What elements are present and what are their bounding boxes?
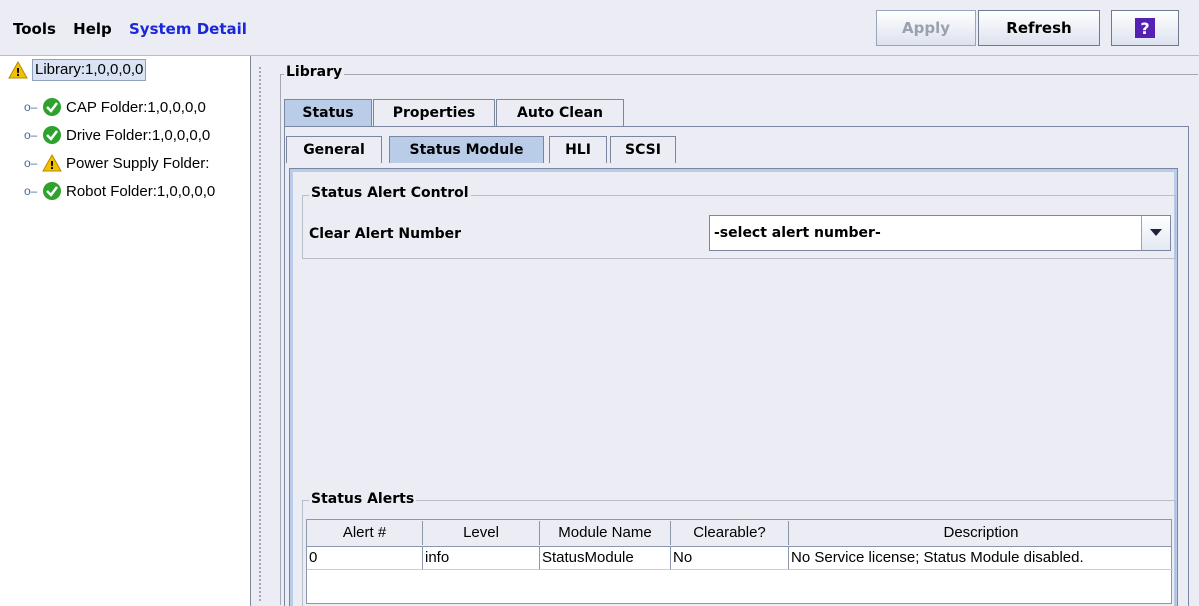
splitter[interactable]	[251, 56, 272, 606]
tree-handle-icon[interactable]: o–	[24, 156, 38, 170]
menu-system-detail[interactable]: System Detail	[129, 20, 247, 38]
table-cell-clearable[interactable]: No	[671, 546, 789, 570]
svg-text:!: !	[49, 159, 54, 172]
warning-icon: !	[42, 153, 62, 173]
column-header-module-name[interactable]: Module Name	[540, 521, 671, 545]
table-cell-description[interactable]: No Service license; Status Module disabl…	[789, 546, 1173, 570]
table-cell-alert-number[interactable]: 0	[307, 546, 423, 570]
tree-node-label: Drive Folder:1,0,0,0,0	[66, 126, 211, 144]
tree-node-cap-folder[interactable]: o– CAP Folder:1,0,0,0,0	[24, 96, 206, 118]
menu-tools[interactable]: Tools	[13, 20, 56, 38]
status-alerts-title: Status Alerts	[309, 491, 417, 507]
tree-node-label: Power Supply Folder:	[66, 154, 210, 172]
ok-check-icon	[42, 181, 62, 201]
library-group-title: Library	[284, 64, 345, 80]
alert-number-select-value: -select alert number-	[714, 225, 881, 241]
tree-node-label: Library:1,0,0,0,0	[32, 59, 147, 81]
tree-handle-icon[interactable]: o–	[24, 100, 38, 114]
ok-check-icon	[42, 125, 62, 145]
clear-alert-number-label: Clear Alert Number	[309, 226, 462, 242]
top-bar: Tools Help System Detail Apply Refresh ?	[0, 0, 1199, 56]
tree-node-label: Robot Folder:1,0,0,0,0	[66, 182, 216, 200]
table-cell-module-name[interactable]: StatusModule	[540, 546, 671, 570]
apply-button[interactable]: Apply	[876, 10, 976, 46]
table-cell-level[interactable]: info	[423, 546, 540, 570]
warning-icon: !	[8, 60, 28, 80]
tab-hli[interactable]: HLI	[549, 136, 607, 163]
tab-status-module[interactable]: Status Module	[389, 136, 544, 163]
splitter-grip[interactable]	[258, 66, 262, 602]
help-question-icon: ?	[1135, 18, 1155, 38]
toolbar: Apply Refresh ?	[272, 0, 1199, 56]
tab-auto-clean[interactable]: Auto Clean	[496, 99, 624, 126]
refresh-button[interactable]: Refresh	[978, 10, 1100, 46]
menu-help[interactable]: Help	[73, 20, 112, 38]
alert-number-select[interactable]: -select alert number-	[709, 215, 1171, 251]
column-header-description[interactable]: Description	[789, 521, 1173, 545]
tab-general[interactable]: General	[286, 136, 382, 163]
tree-node-label: CAP Folder:1,0,0,0,0	[66, 98, 206, 116]
tab-properties[interactable]: Properties	[373, 99, 495, 126]
status-alert-control-title: Status Alert Control	[309, 185, 471, 201]
tab-status[interactable]: Status	[284, 99, 372, 126]
column-header-alert-number[interactable]: Alert #	[307, 521, 423, 545]
tree-handle-icon[interactable]: o–	[24, 184, 38, 198]
svg-text:!: !	[15, 66, 20, 79]
column-header-clearable[interactable]: Clearable?	[671, 521, 789, 545]
chevron-down-icon[interactable]	[1141, 216, 1170, 250]
help-button[interactable]: ?	[1111, 10, 1179, 46]
menu-bar: Tools Help System Detail	[0, 0, 272, 56]
tab-scsi[interactable]: SCSI	[610, 136, 676, 163]
status-alerts-table: Alert # Level Module Name Clearable? Des…	[306, 519, 1173, 604]
tree-node-robot-folder[interactable]: o– Robot Folder:1,0,0,0,0	[24, 180, 215, 202]
ok-check-icon	[42, 97, 62, 117]
tree-node-library[interactable]: ! Library:1,0,0,0,0	[8, 59, 147, 81]
tree-handle-icon[interactable]: o–	[24, 128, 38, 142]
tree-node-drive-folder[interactable]: o– Drive Folder:1,0,0,0,0	[24, 124, 210, 146]
navigation-tree: ! Library:1,0,0,0,0 o– CAP Folder:1,0,0,…	[0, 56, 251, 606]
column-header-level[interactable]: Level	[423, 521, 540, 545]
tree-node-power-supply-folder[interactable]: o– ! Power Supply Folder:	[24, 152, 209, 174]
